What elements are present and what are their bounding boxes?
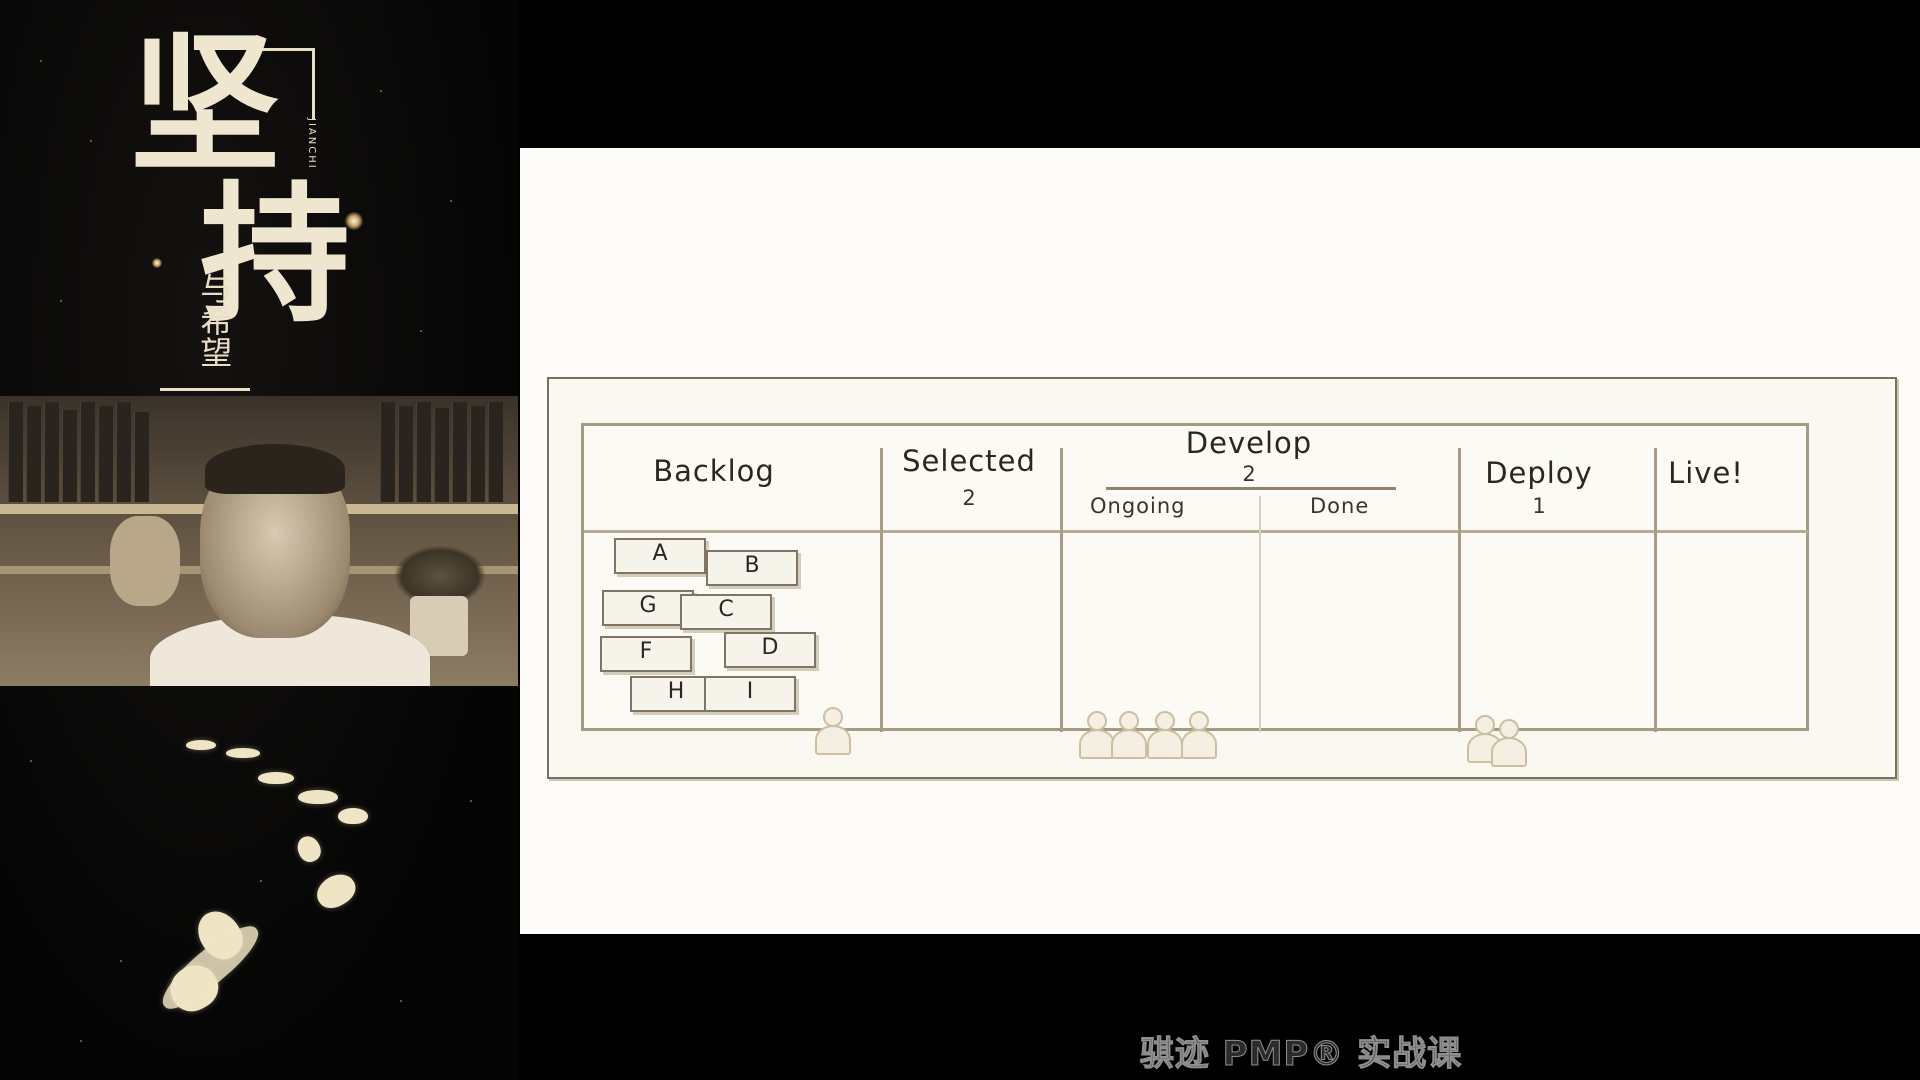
column-header-live: Live!: [1668, 456, 1744, 490]
team-member-icon: [1109, 711, 1147, 761]
presenter-hair: [205, 444, 345, 494]
column-divider: [1654, 448, 1657, 732]
subcolumn-header-done: Done: [1310, 494, 1370, 518]
poster-frame: [160, 388, 250, 391]
presentation-slide: Backlog Selected 2 Develop 2 Ongoing Don…: [520, 148, 1920, 934]
column-divider: [1060, 448, 1063, 732]
footprint-icon: [226, 748, 260, 758]
column-header-backlog: Backlog: [653, 454, 775, 488]
kanban-board: Backlog Selected 2 Develop 2 Ongoing Don…: [581, 423, 1809, 732]
column-header-deploy: Deploy: [1485, 456, 1593, 490]
team-member-icon: [813, 707, 851, 757]
column-limit-develop: 2: [1242, 462, 1256, 486]
column-header-selected: Selected: [902, 444, 1036, 478]
footprint-icon: [186, 740, 216, 750]
subcolumn-header-ongoing: Ongoing: [1090, 494, 1186, 518]
column-limit-deploy: 1: [1532, 494, 1546, 518]
kanban-board-frame: Backlog Selected 2 Develop 2 Ongoing Don…: [547, 377, 1897, 779]
kanban-card[interactable]: A: [614, 538, 706, 574]
kanban-card[interactable]: B: [706, 550, 798, 586]
presenter-hand: [110, 516, 180, 606]
team-member-icon: [1489, 719, 1527, 769]
column-divider: [880, 448, 883, 732]
team-member-icon: [1179, 711, 1217, 761]
footprint-icon: [293, 832, 325, 866]
webcam-feed: [0, 396, 518, 686]
kanban-card[interactable]: F: [600, 636, 692, 672]
header-divider: [584, 530, 1808, 533]
column-header-develop: Develop: [1185, 426, 1313, 460]
team-member-icon: [1145, 711, 1183, 761]
footprint-icon: [298, 790, 338, 804]
course-caption: 骐迹 PMP® 实战课: [1139, 1034, 1463, 1075]
poster-title: 坚 持: [130, 17, 350, 343]
column-divider: [1458, 448, 1461, 732]
poster-subtitle: 与希望: [195, 272, 234, 368]
footprint-icon: [338, 808, 368, 824]
footprint-icon: [258, 772, 294, 784]
column-limit-selected: 2: [962, 486, 976, 510]
kanban-card[interactable]: I: [704, 676, 796, 712]
kanban-card[interactable]: C: [680, 594, 772, 630]
glow-star-icon: [345, 212, 363, 230]
kanban-card[interactable]: D: [724, 632, 816, 668]
poster-panel: 坚 持 与希望 JIANCHI: [0, 0, 518, 1080]
develop-divider: [1106, 487, 1396, 490]
subcolumn-divider: [1259, 496, 1261, 732]
poster-pinyin: JIANCHI: [306, 118, 317, 170]
footprint-icon: [311, 868, 361, 914]
